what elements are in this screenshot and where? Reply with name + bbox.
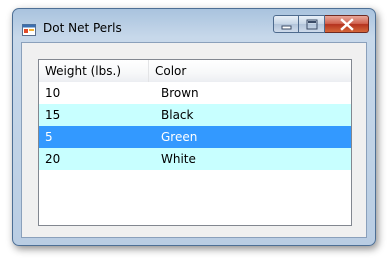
column-header-color[interactable]: Color <box>149 60 259 82</box>
list-rows: 10 Brown 15 Black 5 Green 20 White <box>39 82 351 170</box>
cell-color: Green <box>161 130 198 144</box>
column-header-weight[interactable]: Weight (lbs.) <box>39 60 149 82</box>
client-area: Weight (lbs.) Color 10 Brown 15 Black 5 … <box>21 42 367 238</box>
window-controls <box>273 15 369 33</box>
close-button[interactable] <box>325 15 369 33</box>
minimize-icon <box>281 25 292 30</box>
list-row[interactable]: 15 Black <box>39 104 351 126</box>
cell-weight: 15 <box>45 108 61 122</box>
list-row-selected[interactable]: 5 Green <box>39 126 351 148</box>
cell-weight: 20 <box>45 152 61 166</box>
close-icon <box>340 18 354 31</box>
cell-color: White <box>161 152 196 166</box>
cell-color: Brown <box>161 86 199 100</box>
list-header: Weight (lbs.) Color <box>39 60 351 83</box>
maximize-icon <box>306 19 318 30</box>
list-row[interactable]: 10 Brown <box>39 82 351 104</box>
cell-weight: 5 <box>45 130 53 144</box>
window-title: Dot Net Perls <box>43 21 122 35</box>
cell-weight: 10 <box>45 86 61 100</box>
list-view[interactable]: Weight (lbs.) Color 10 Brown 15 Black 5 … <box>38 59 352 226</box>
application-icon[interactable] <box>22 21 36 36</box>
minimize-button[interactable] <box>273 15 299 33</box>
maximize-button[interactable] <box>299 15 325 33</box>
title-bar[interactable]: Dot Net Perls <box>13 9 375 43</box>
app-window: Dot Net Perls Weight (lbs.) Color 10 Bro… <box>12 8 376 246</box>
cell-color: Black <box>161 108 194 122</box>
list-row[interactable]: 20 White <box>39 148 351 170</box>
